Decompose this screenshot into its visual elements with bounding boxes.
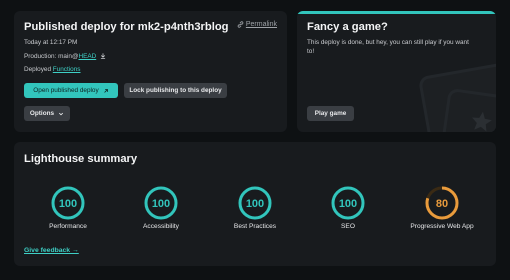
gauge-ring: 100 [331,186,365,220]
score-value: 100 [339,198,357,210]
functions-link[interactable]: Functions [53,66,81,73]
lighthouse-summary-card: Lighthouse summary 100 Performance 100 A… [14,142,496,266]
score-gauge-seo: 100 SEO [308,186,388,230]
score-value: 100 [152,198,170,210]
game-card: Fancy a game? This deploy is done, but h… [297,11,496,132]
open-button-label: Open published deploy [33,87,99,94]
accent-bar [297,11,496,14]
gauge-ring: 80 [425,186,459,220]
deploy-time: Today at 12:17 PM [24,39,78,46]
star-icon [472,111,492,132]
score-gauge-accessibility: 100 Accessibility [121,186,201,230]
score-gauge-pwa: 80 Progressive Web App [402,186,482,230]
play-game-button[interactable]: Play game [307,106,354,121]
gauge-ring: 100 [238,186,272,220]
lighthouse-title: Lighthouse summary [24,153,138,165]
deployed-prefix: Deployed [24,66,53,73]
game-title: Fancy a game? [307,21,388,33]
score-value: 80 [436,198,448,210]
options-button[interactable]: Options [24,106,70,121]
gauge-ring: 100 [144,186,178,220]
deploy-summary-card: Published deploy for mk2-p4nth3rblog Per… [14,11,287,132]
chevron-down-icon [59,112,63,115]
permalink-label: Permalink [245,21,277,28]
deploy-title: Published deploy for mk2-p4nth3rblog [24,21,229,33]
commit-ref-link[interactable]: HEAD [78,53,96,60]
deployed-functions: Deployed Functions [24,66,81,73]
production-prefix: Production: main@ [24,53,79,60]
score-label: SEO [341,223,355,230]
download-icon[interactable] [100,53,106,59]
lock-publishing-button[interactable]: Lock publishing to this deploy [124,83,227,98]
external-link-icon [104,88,108,93]
give-feedback-link[interactable]: Give feedback → [24,247,79,254]
score-gauge-performance: 100 Performance [28,186,108,230]
score-gauge-best-practices: 100 Best Practices [215,186,295,230]
permalink-link[interactable]: Permalink [237,21,277,28]
score-label: Best Practices [233,223,277,230]
gauge-ring: 100 [51,186,85,220]
score-value: 100 [59,198,77,210]
link-icon [237,21,244,28]
open-published-deploy-button[interactable]: Open published deploy [24,83,118,98]
score-label: Progressive Web App [410,223,474,230]
score-label: Performance [49,223,87,230]
game-text-line1: This deploy is done, but hey, you can st… [307,39,469,46]
game-text-line2: to! [307,48,315,55]
options-label: Options [29,110,55,117]
score-value: 100 [246,198,264,210]
production-branch: Production: main@HEAD [24,53,106,60]
score-label: Accessibility [143,223,179,230]
